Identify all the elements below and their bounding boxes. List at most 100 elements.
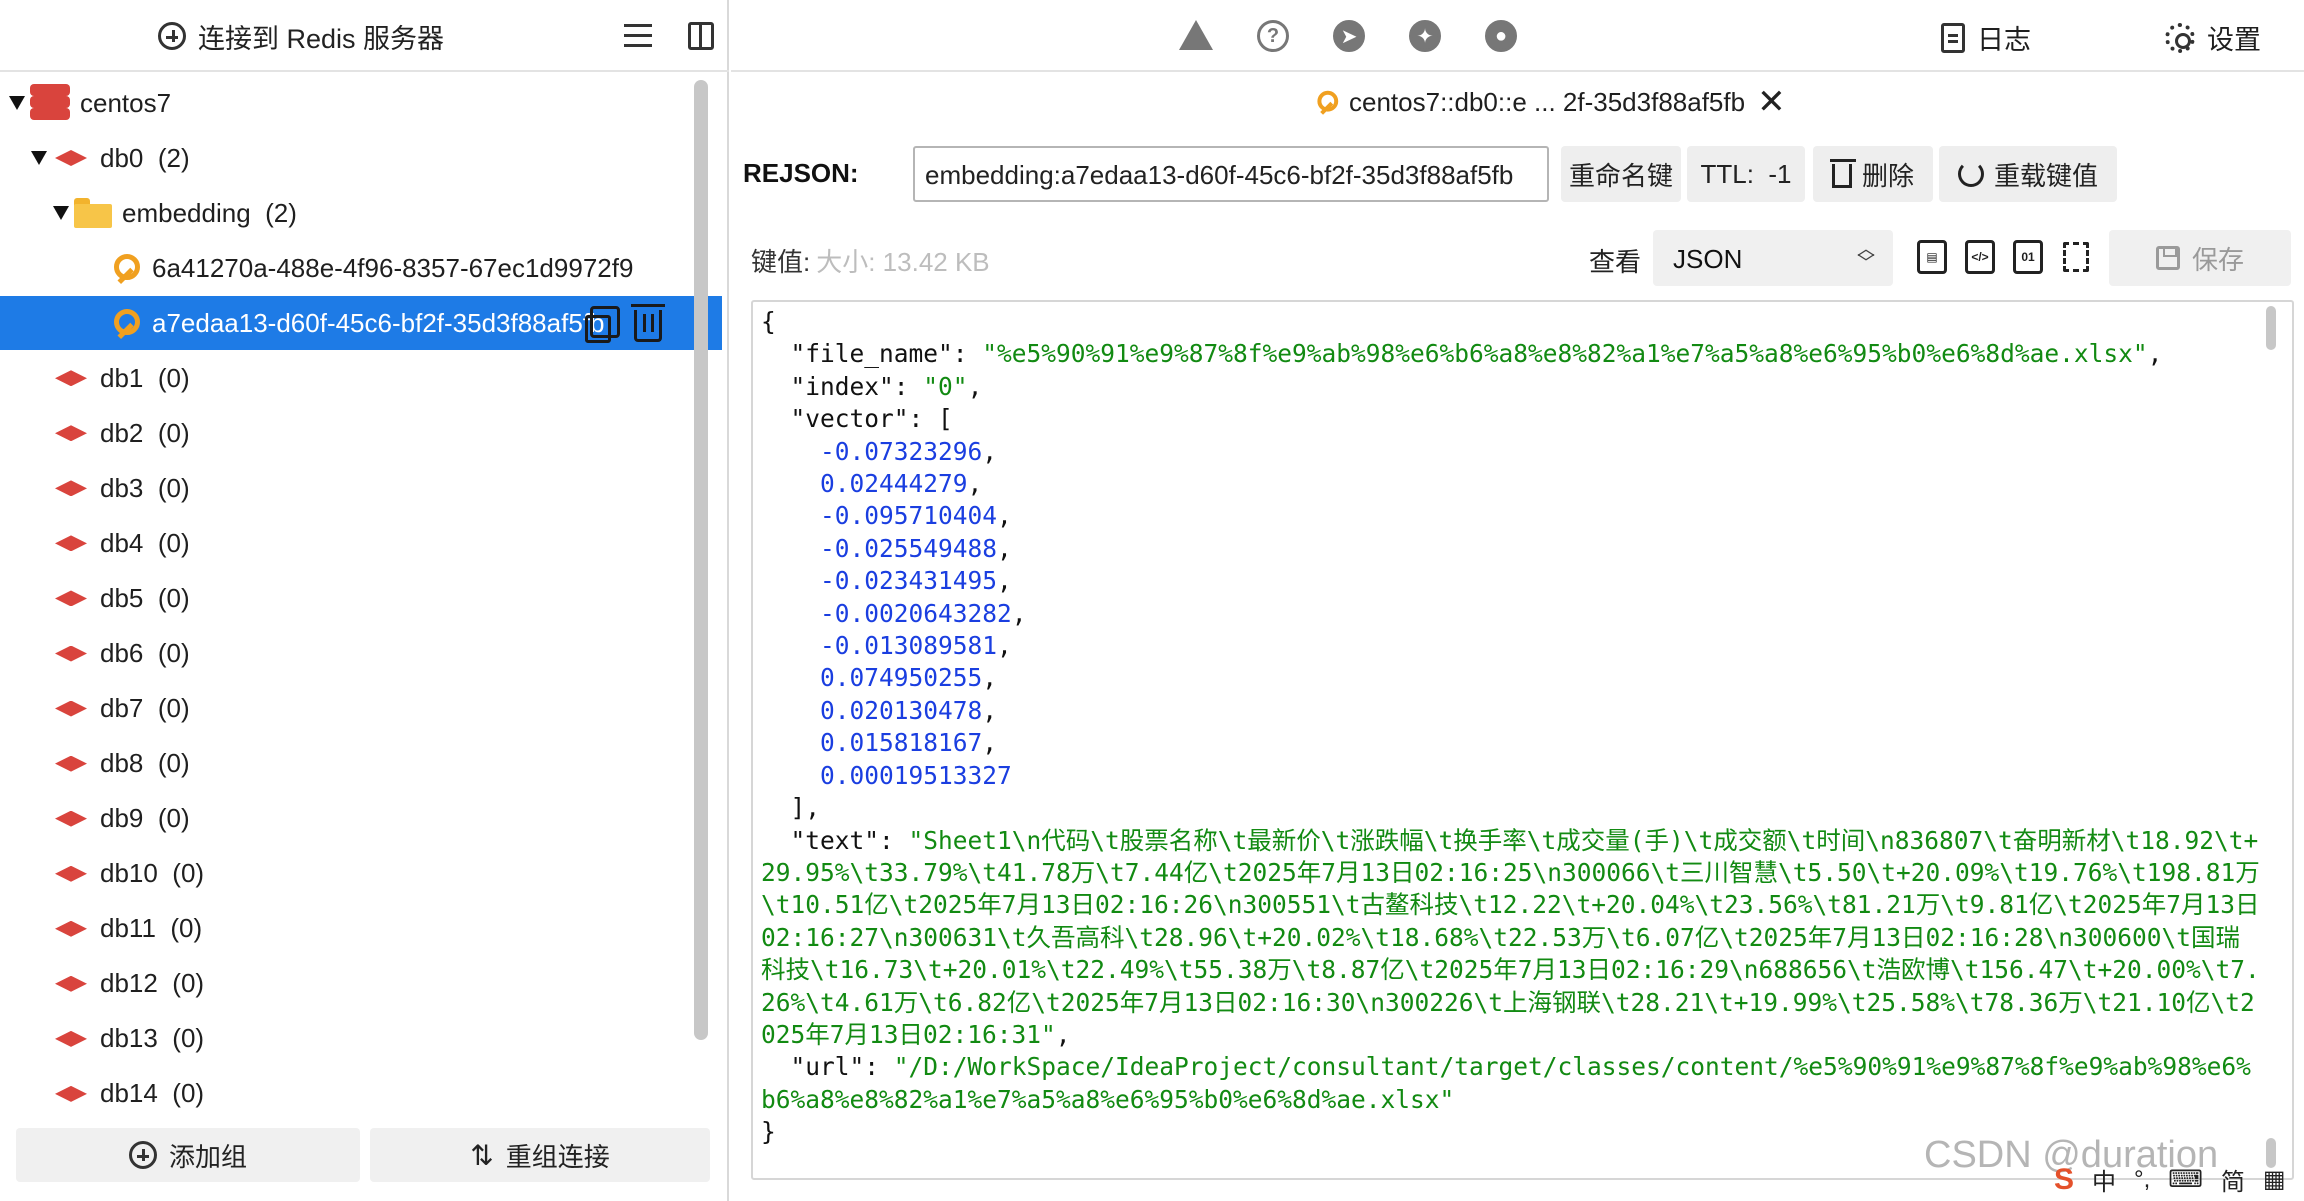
tree-item-label: db5 (100, 582, 144, 613)
tree-db-item[interactable]: db13 (0) (0, 1012, 722, 1066)
json-line: { (761, 307, 776, 336)
telegram-icon[interactable]: ➤ (1333, 20, 1365, 52)
ime-language[interactable]: 中 (2092, 1162, 2116, 1197)
database-icon (52, 367, 90, 389)
value-toolbar: 键值: 大小: 13.42 KB 查看 JSON ︿ ﹀ ▤ </> 01 保存 (731, 226, 2304, 286)
key-name-input[interactable]: embedding:a7edaa13-d60f-45c6-bf2f-35d3f8… (913, 146, 1549, 202)
json-content[interactable]: { "file_name": "%e5%90%91%e9%87%8f%e9%ab… (761, 306, 2261, 1149)
reorder-connections-button[interactable]: ⇅ 重组连接 (370, 1128, 710, 1182)
save-button[interactable]: 保存 (2109, 230, 2291, 286)
redis-server-icon (30, 84, 70, 122)
json-key: "text" (790, 825, 880, 855)
format-code-icon[interactable]: </> (1965, 240, 1995, 274)
add-group-label: 添加组 (168, 1141, 247, 1172)
redis-client-window: 连接到 Redis 服务器 centos7 db0 (2) embedding (2… (0, 0, 2304, 1201)
reload-key-button[interactable]: 重载键值 (1939, 146, 2117, 202)
tree-db-item[interactable]: db14 (0) (0, 1067, 722, 1121)
copy-key-icon[interactable] (585, 306, 620, 344)
tree-item-label: db10 (100, 858, 158, 889)
json-key: "file_name" (790, 339, 953, 369)
tree-db-item[interactable]: db9 (0) (0, 792, 722, 846)
github-icon[interactable]: ● (1485, 20, 1517, 52)
tree-server-item[interactable]: centos7 (0, 76, 722, 130)
json-number: 0.074950255 (820, 663, 983, 693)
key-icon (110, 252, 142, 284)
json-editor[interactable]: { "file_name": "%e5%90%91%e9%87%8f%e9%ab… (751, 300, 2294, 1180)
tree-db-item[interactable]: db12 (0) (0, 957, 722, 1011)
tree-item-label: db12 (100, 968, 158, 999)
tree-db-item[interactable]: db7 (0) (0, 682, 722, 736)
tree-key-item[interactable]: 6a41270a-488e-4f96-8357-67ec1d9972f9 (0, 241, 722, 295)
reload-key-label: 重载键值 (1993, 160, 2098, 191)
json-number: 0.015818167 (820, 728, 983, 758)
database-icon (52, 863, 90, 885)
key-name-value: embedding:a7edaa13-d60f-45c6-bf2f-35d3f8… (925, 160, 1514, 190)
ime-grid-icon[interactable]: ▦ (2263, 1165, 2286, 1194)
sogou-ime-icon[interactable]: S (2054, 1163, 2074, 1197)
delete-key-icon[interactable] (631, 304, 665, 343)
settings-label: 设置 (2207, 25, 2261, 55)
connect-server-button[interactable]: 连接到 Redis 服务器 (158, 16, 444, 56)
add-group-button[interactable]: 添加组 (16, 1128, 360, 1182)
folder-icon (74, 198, 112, 229)
add-circle-icon (158, 22, 186, 50)
expand-arrow-icon[interactable] (31, 151, 47, 166)
fullscreen-icon[interactable] (2061, 240, 2091, 274)
settings-button[interactable]: 设置 (2165, 18, 2261, 57)
tree-db-item[interactable]: db10 (0) (0, 847, 722, 901)
ttl-button[interactable]: TTL: -1 (1687, 146, 1805, 202)
tree-item-label: db11 (100, 913, 156, 944)
tree-db-item[interactable]: db0 (2) (0, 131, 722, 185)
tree-db-item[interactable]: db8 (0) (0, 737, 722, 791)
toggle-panel-icon[interactable] (688, 22, 714, 50)
copy-value-icon[interactable]: ▤ (1917, 240, 1947, 274)
tree-key-item[interactable]: a7edaa13-d60f-45c6-bf2f-35d3f88af5fb (0, 296, 722, 351)
ime-punctuation-icon[interactable]: °, (2134, 1166, 2150, 1194)
tree-item-count: (0) (143, 362, 190, 393)
expand-arrow-icon[interactable] (53, 206, 69, 221)
tree-db-item[interactable]: db1 (0) (0, 351, 722, 405)
close-icon[interactable]: ✕ (1757, 82, 1786, 122)
rename-key-button[interactable]: 重命名键 (1561, 146, 1681, 202)
warning-icon[interactable] (1179, 20, 1213, 50)
ime-mode[interactable]: 简 (2221, 1162, 2245, 1197)
key-type-label: REJSON: (743, 158, 859, 188)
trash-icon (1829, 159, 1856, 188)
tree-db-item[interactable]: db5 (0) (0, 571, 722, 625)
tree-item-count: (0) (143, 472, 190, 503)
expand-arrow-icon[interactable] (9, 96, 25, 110)
tree-db-item[interactable]: db3 (0) (0, 461, 722, 515)
tree-item-count: (0) (143, 748, 190, 779)
log-button[interactable]: 日志 (1941, 18, 2031, 57)
tree-item-label: 6a41270a-488e-4f96-8357-67ec1d9972f9 (152, 252, 634, 283)
tree-item-count: (0) (143, 417, 190, 448)
gear-icon (2165, 22, 2195, 53)
json-number: -0.0020643282 (820, 598, 1012, 628)
tree-db-item[interactable]: db6 (0) (0, 627, 722, 681)
tree-folder-item[interactable]: embedding (2) (0, 186, 722, 240)
tab-key-detail[interactable]: centos7::db0::e ... 2f-35d3f88af5fb ✕ (1311, 82, 1786, 122)
json-number: -0.025549488 (820, 533, 998, 563)
ime-toolbar: S 中 °, ⌨ 简 ▦ (2054, 1162, 2286, 1197)
tree-db-item[interactable]: db2 (0) (0, 406, 722, 460)
list-view-icon[interactable] (624, 24, 652, 48)
sidebar-scrollbar[interactable] (694, 80, 708, 1040)
delete-key-button[interactable]: 删除 (1813, 146, 1933, 202)
tree-db-item[interactable]: db11 (0) (0, 902, 722, 956)
editor-scrollbar[interactable] (2266, 306, 2276, 350)
key-info-bar: REJSON: embedding:a7edaa13-d60f-45c6-bf2… (731, 142, 2304, 206)
view-format-select[interactable]: JSON ︿ ﹀ (1653, 230, 1893, 286)
database-icon (52, 422, 90, 444)
database-icon (52, 698, 90, 720)
reload-icon (1957, 161, 1984, 187)
tree-item-count: (0) (157, 968, 205, 999)
decode-binary-icon[interactable]: 01 (2013, 240, 2043, 274)
sidebar-toolbar: 连接到 Redis 服务器 (0, 0, 729, 72)
tree-db-item[interactable]: db4 (0) (0, 516, 722, 570)
value-size: 大小: 13.42 KB (816, 247, 990, 277)
twitter-icon[interactable]: ✦ (1409, 20, 1441, 52)
tree-item-count: (0) (157, 858, 205, 889)
database-icon (52, 918, 90, 940)
ime-keyboard-icon[interactable]: ⌨ (2168, 1165, 2203, 1194)
help-icon[interactable]: ? (1257, 20, 1289, 52)
